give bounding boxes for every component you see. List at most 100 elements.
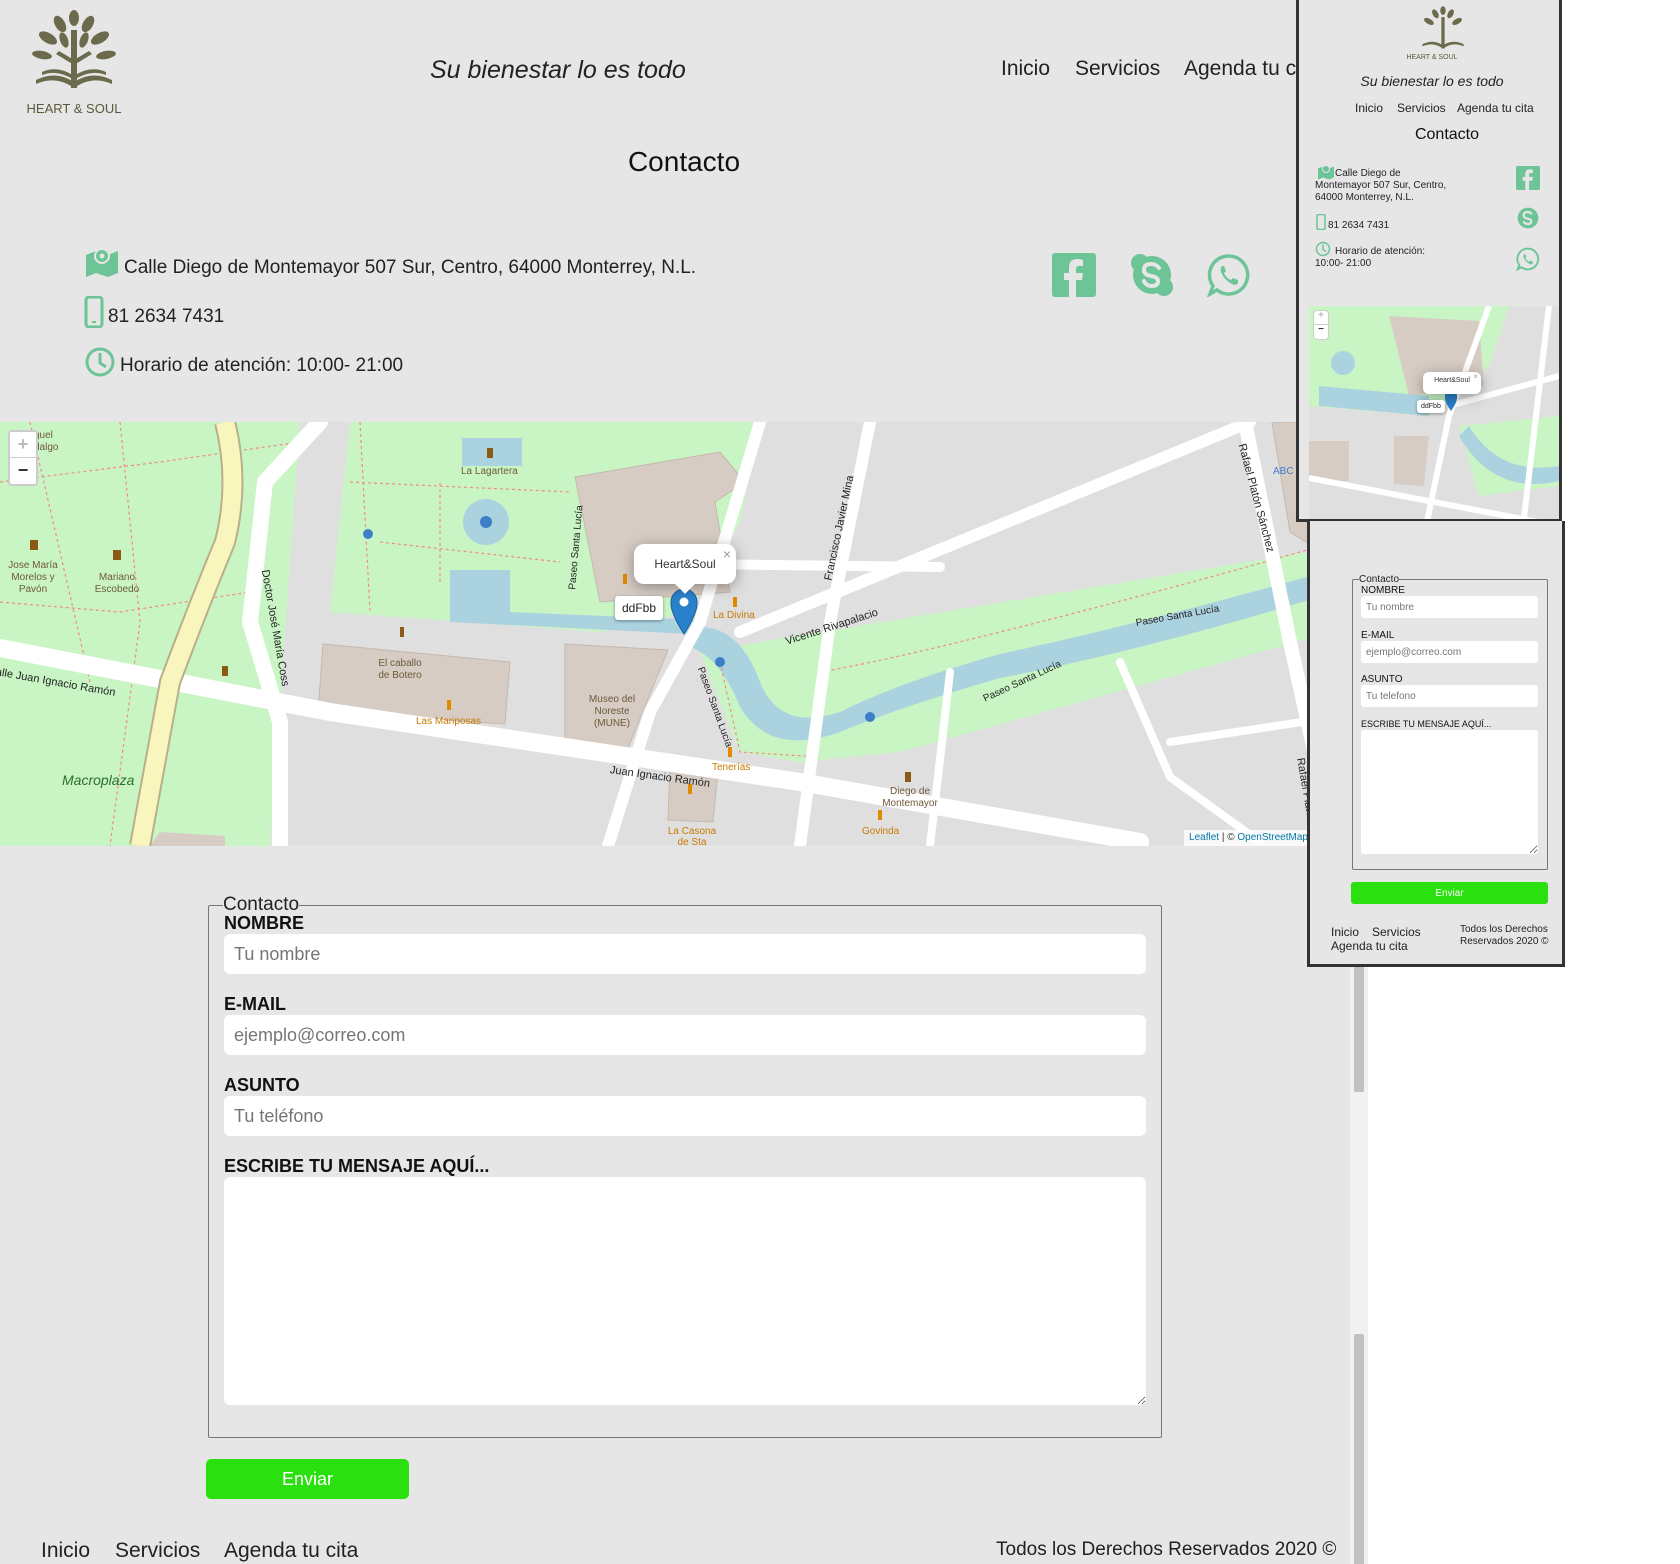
map-popup[interactable]: Heart&Soul ×	[1423, 372, 1481, 394]
attribution-sep: | ©	[1219, 832, 1238, 843]
map-label: Museo del Noreste (MUNE)	[588, 694, 636, 729]
contact-hours-2: 10:00- 21:00	[1315, 258, 1372, 269]
popup-close-button[interactable]: ×	[1473, 372, 1478, 381]
map-label: Tenerías	[712, 762, 751, 773]
location-map[interactable]: + − Heart&Soul × ddFbb Leaflet | © OpenS…	[1309, 306, 1559, 519]
map-zoom-control: + −	[8, 430, 38, 486]
zoom-out-button[interactable]: −	[10, 458, 36, 484]
map-zoom-control: + −	[1313, 310, 1329, 340]
map-label: La Lagartera	[461, 466, 518, 477]
submit-button[interactable]: Enviar	[206, 1459, 409, 1499]
phone-icon	[84, 296, 104, 328]
contact-hours: Horario de atención: 10:00- 21:00	[120, 355, 404, 376]
form-legend: Contacto	[1359, 574, 1400, 585]
desktop-view: HEART & SOUL Su bienestar lo es todo Ini…	[0, 0, 1368, 1564]
whatsapp-icon[interactable]	[1516, 247, 1540, 271]
email-label: E-MAIL	[224, 994, 286, 1014]
map-label: Las Mariposas	[416, 716, 482, 727]
name-input[interactable]	[224, 934, 1146, 974]
contact-address-3: 64000 Monterrey, N.L.	[1315, 192, 1414, 203]
name-label: NOMBRE	[1361, 585, 1405, 596]
footer-rights-2: Reservados 2020 ©	[1460, 936, 1549, 947]
email-input[interactable]	[224, 1015, 1146, 1055]
map-label: El caballo de Botero	[378, 658, 422, 681]
map-tiles	[1309, 306, 1559, 519]
map-pin-icon	[1318, 165, 1334, 180]
whatsapp-icon[interactable]	[1207, 253, 1251, 297]
map-popup[interactable]: Heart&Soul ×	[634, 544, 736, 594]
zoom-in-button[interactable]: +	[1314, 311, 1328, 325]
brand-logo[interactable]: HEART & SOUL	[26, 10, 122, 116]
facebook-icon[interactable]	[1516, 166, 1540, 190]
footer-servicios[interactable]: Servicios	[1372, 925, 1421, 939]
message-label: ESCRIBE TU MENSAJE AQUÍ...	[1361, 719, 1492, 729]
mobile-view-bottom: Contacto NOMBRE E-MAIL ASUNTO ESCRIBE TU…	[1307, 521, 1565, 967]
name-input[interactable]	[1361, 596, 1538, 618]
email-label: E-MAIL	[1361, 630, 1395, 641]
subject-label: ASUNTO	[1361, 674, 1403, 685]
popup-close-button[interactable]: ×	[723, 546, 731, 562]
zoom-in-button[interactable]: +	[10, 432, 36, 458]
contact-phone: 81 2634 7431	[108, 306, 225, 327]
location-map[interactable]: La Lagartera ABC Noticias Jose María Mor…	[0, 422, 1368, 846]
footer-servicios[interactable]: Servicios	[115, 1539, 200, 1563]
contact-address-1: Calle Diego de	[1335, 168, 1401, 179]
tagline: Su bienestar lo es todo	[430, 56, 686, 84]
message-label: ESCRIBE TU MENSAJE AQUÍ...	[224, 1156, 490, 1176]
brand-name: HEART & SOUL	[26, 101, 122, 116]
map-label: Govinda	[862, 826, 900, 837]
subject-input[interactable]	[224, 1096, 1146, 1136]
phone-icon	[1316, 214, 1326, 230]
map-label: guel dalgo	[34, 430, 59, 453]
contact-phone: 81 2634 7431	[1328, 220, 1390, 231]
map-label: Diego de Montemayor	[882, 786, 938, 809]
footer-agenda[interactable]: Agenda tu cita	[1331, 939, 1408, 953]
tree-logo-icon[interactable]	[1417, 6, 1469, 52]
skype-icon[interactable]	[1130, 253, 1174, 297]
brand-name: HEART & SOUL	[1406, 54, 1458, 61]
nav-servicios[interactable]: Servicios	[1397, 101, 1446, 115]
subject-input[interactable]	[1361, 685, 1538, 707]
nav-servicios[interactable]: Servicios	[1075, 57, 1160, 81]
subject-label: ASUNTO	[224, 1075, 300, 1095]
map-tooltip: ddFbb	[615, 596, 664, 620]
nav-inicio[interactable]: Inicio	[1355, 101, 1383, 115]
clock-icon	[1315, 241, 1331, 257]
contact-address-2: Montemayor 507 Sur, Centro,	[1315, 180, 1447, 191]
mobile-view-top: HEART & SOUL Su bienestar lo es todo Ini…	[1296, 0, 1562, 522]
nav-inicio[interactable]: Inicio	[1001, 57, 1050, 81]
facebook-icon[interactable]	[1052, 253, 1096, 297]
tagline: Su bienestar lo es todo	[1360, 73, 1504, 89]
footer-inicio[interactable]: Inicio	[41, 1539, 90, 1563]
page-title: Contacto	[1414, 126, 1480, 143]
map-label: La Divina	[713, 610, 755, 621]
map-tooltip: ddFbb	[1417, 400, 1445, 413]
contact-hours-1: Horario de atención:	[1335, 246, 1426, 257]
contact-address: Calle Diego de Montemayor 507 Sur, Centr…	[124, 257, 697, 278]
map-label: Macroplaza	[62, 772, 135, 788]
submit-button[interactable]: Enviar	[1351, 882, 1548, 904]
popup-text: Heart&Soul	[1434, 377, 1470, 384]
leaflet-link[interactable]: Leaflet	[1189, 832, 1219, 843]
nav-agenda[interactable]: Agenda tu cita	[1457, 101, 1534, 115]
scrollbar-thumb[interactable]	[1354, 1334, 1364, 1564]
clock-icon	[85, 347, 115, 377]
footer-rights: Todos los Derechos Reservados 2020 ©	[996, 1539, 1337, 1560]
email-input[interactable]	[1361, 641, 1538, 663]
page-title: Contacto	[627, 146, 741, 177]
map-label: Jose María Morelos y Pavón	[8, 560, 58, 595]
footer-rights-1: Todos los Derechos	[1460, 924, 1548, 935]
tree-logo-icon	[32, 10, 116, 88]
map-pin-icon	[86, 248, 118, 277]
map-label: Mariano Escobedo	[94, 572, 140, 595]
map-label: La Casona de Sta	[667, 826, 717, 846]
zoom-out-button[interactable]: −	[1314, 325, 1328, 339]
skype-icon[interactable]	[1516, 206, 1540, 230]
footer-inicio[interactable]: Inicio	[1331, 925, 1359, 939]
message-textarea[interactable]	[224, 1177, 1146, 1405]
osm-link[interactable]: OpenStreetMap	[1237, 832, 1308, 843]
footer-agenda[interactable]: Agenda tu cita	[224, 1539, 358, 1563]
popup-text: Heart&Soul	[654, 557, 716, 571]
message-textarea[interactable]	[1361, 730, 1538, 854]
name-label: NOMBRE	[224, 913, 304, 933]
